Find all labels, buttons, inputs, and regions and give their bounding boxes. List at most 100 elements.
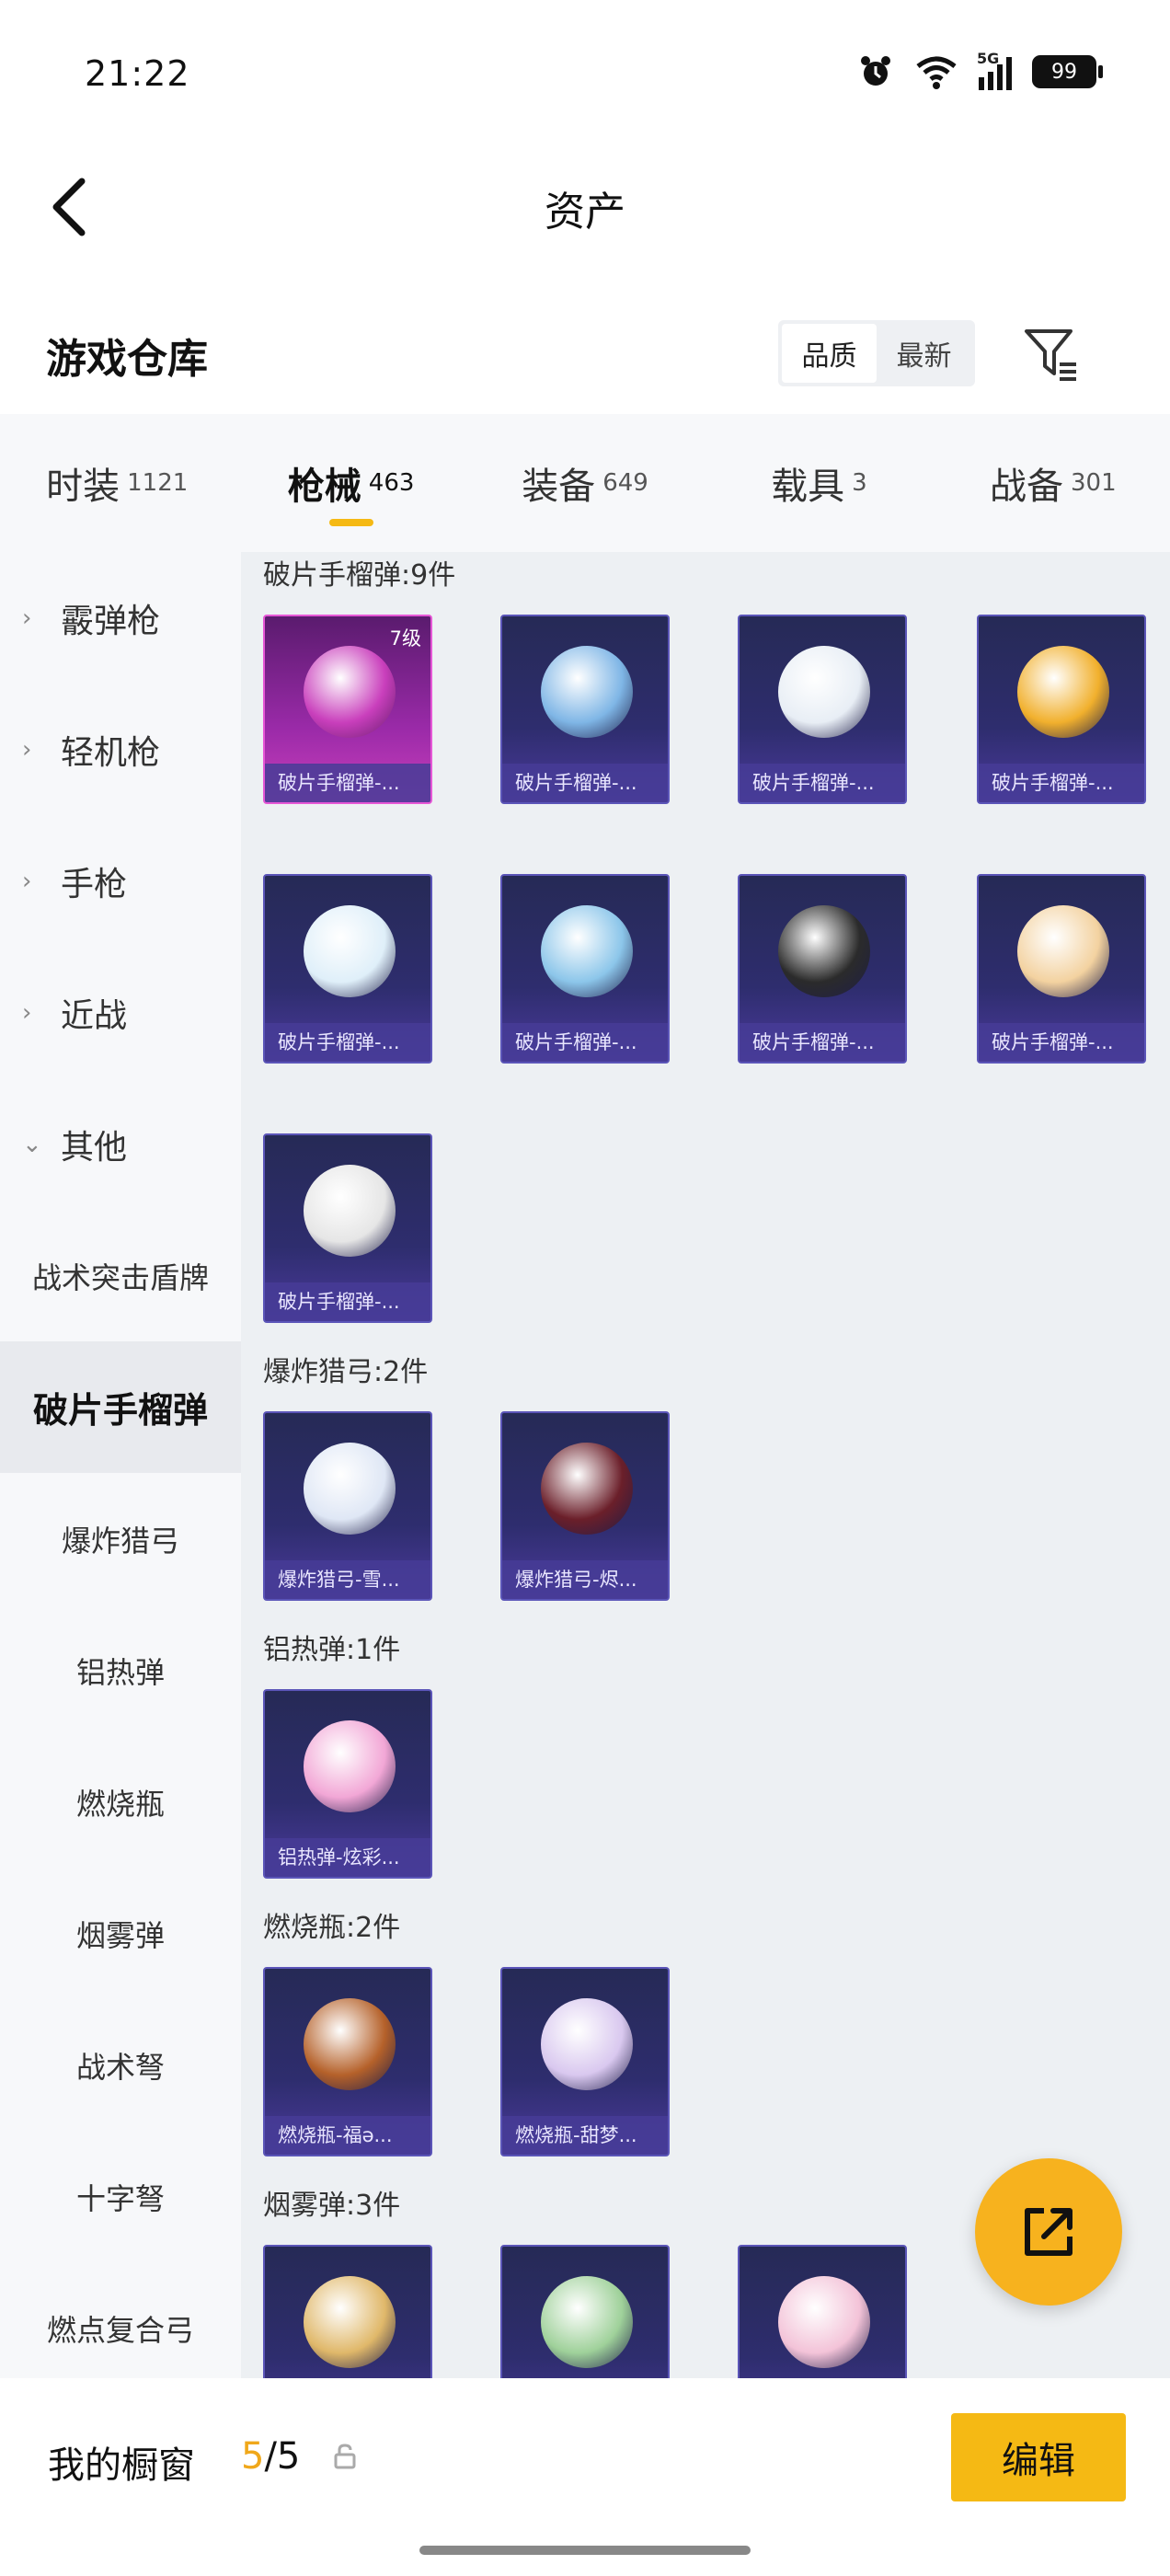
sidebar-item-smoke[interactable]: 烟雾弹 bbox=[0, 1868, 241, 1999]
tab-equipment[interactable]: 装备 649 bbox=[468, 414, 702, 552]
item-card[interactable] bbox=[738, 2245, 907, 2378]
item-image bbox=[304, 2276, 396, 2368]
tab-fashion[interactable]: 时装 1121 bbox=[0, 414, 234, 552]
lock-icon bbox=[334, 2444, 356, 2469]
sidebar-category-label: 轻机枪 bbox=[61, 733, 161, 772]
item-image bbox=[304, 1165, 396, 1257]
item-card[interactable]: 燃烧瓶-甜梦... bbox=[500, 1967, 670, 2156]
tab-count: 301 bbox=[1071, 469, 1117, 497]
item-card[interactable]: 7级 破片手榴弹-... bbox=[263, 615, 432, 804]
chevron-right-icon: › bbox=[22, 998, 32, 1027]
alarm-icon bbox=[861, 56, 890, 86]
showcase-label: 我的橱窗 bbox=[48, 2444, 195, 2487]
item-image bbox=[778, 905, 870, 997]
showcase-total: /5 bbox=[264, 2435, 301, 2478]
sidebar-category-label: 其他 bbox=[61, 1128, 128, 1167]
item-card[interactable]: 破片手榴弹-... bbox=[500, 874, 670, 1064]
item-card[interactable]: 爆炸猎弓-雪... bbox=[263, 1411, 432, 1601]
tab-count: 463 bbox=[368, 469, 415, 497]
sort-toggle: 品质 最新 bbox=[778, 320, 975, 386]
chevron-right-icon: › bbox=[22, 867, 32, 895]
sidebar-item-molotov[interactable]: 燃烧瓶 bbox=[0, 1736, 241, 1868]
category-tabs: 时装 1121 枪械 463 装备 649 载具 3 战备 301 bbox=[0, 414, 1170, 552]
sidebar-item-tactical-crossbow[interactable]: 战术弩 bbox=[0, 1999, 241, 2131]
item-card[interactable]: 铝热弹-炫彩... bbox=[263, 1689, 432, 1879]
item-card[interactable]: 破片手榴弹-... bbox=[977, 874, 1146, 1064]
item-tier-badge: 7级 bbox=[389, 627, 421, 650]
sidebar-item-frag-grenade[interactable]: 破片手榴弹 bbox=[0, 1341, 241, 1473]
tab-count: 649 bbox=[602, 469, 648, 497]
sidebar-item-shield[interactable]: 战术突击盾牌 bbox=[0, 1210, 241, 1341]
item-card[interactable]: 燃烧瓶-福ə... bbox=[263, 1967, 432, 2156]
group-title: 铝热弹:1件 bbox=[263, 1634, 401, 1666]
filter-button[interactable] bbox=[1021, 324, 1082, 385]
item-card[interactable]: 破片手榴弹-... bbox=[263, 874, 432, 1064]
item-image bbox=[1017, 905, 1109, 997]
item-image bbox=[304, 1443, 396, 1535]
sidebar-category-pistol[interactable]: › 手枪 bbox=[0, 815, 241, 947]
header: 资产 bbox=[0, 147, 1170, 267]
sidebar-item-explosive-bow[interactable]: 爆炸猎弓 bbox=[0, 1473, 241, 1604]
group-title: 烟雾弹:3件 bbox=[263, 2190, 401, 2222]
item-card[interactable]: 破片手榴弹-... bbox=[738, 874, 907, 1064]
tab-label: 战备 bbox=[990, 466, 1063, 508]
sidebar-category-label: 霰弹枪 bbox=[61, 602, 161, 640]
item-card[interactable]: 破片手榴弹-... bbox=[500, 615, 670, 804]
item-card[interactable]: 破片手榴弹-... bbox=[977, 615, 1146, 804]
sidebar-category-melee[interactable]: › 近战 bbox=[0, 947, 241, 1078]
item-name: 破片手榴弹-... bbox=[979, 1023, 1144, 1062]
sidebar-category-shotgun[interactable]: › 霰弹枪 bbox=[0, 552, 241, 684]
sort-option-newest[interactable]: 最新 bbox=[877, 324, 971, 383]
bottom-bar: 我的橱窗 5/5 编辑 bbox=[0, 2378, 1170, 2576]
page-title: 资产 bbox=[545, 189, 625, 236]
battery-icon: 99 bbox=[1032, 55, 1103, 88]
sidebar-item-compound-bow[interactable]: 燃点复合弓 bbox=[0, 2262, 241, 2378]
cellular-signal-icon: 5G bbox=[977, 50, 1012, 90]
tab-vehicles[interactable]: 载具 3 bbox=[702, 414, 935, 552]
tab-label: 载具 bbox=[771, 466, 845, 508]
item-image bbox=[1017, 646, 1109, 738]
sidebar-item-thermite[interactable]: 铝热弹 bbox=[0, 1604, 241, 1736]
item-name: 破片手榴弹-... bbox=[740, 764, 905, 802]
item-image bbox=[541, 1998, 633, 2090]
item-name: 破片手榴弹-... bbox=[265, 1282, 430, 1321]
item-name: 燃烧瓶-福ə... bbox=[265, 2116, 430, 2155]
chevron-right-icon: › bbox=[22, 604, 32, 632]
tab-count: 1121 bbox=[127, 469, 189, 497]
item-name: 铝热弹-炫彩... bbox=[265, 1838, 430, 1877]
share-button[interactable] bbox=[975, 2158, 1122, 2306]
item-card[interactable]: 爆炸猎弓-烬... bbox=[500, 1411, 670, 1601]
sidebar-category-lmg[interactable]: › 轻机枪 bbox=[0, 684, 241, 815]
item-name: 破片手榴弹-... bbox=[979, 764, 1144, 802]
tab-count: 3 bbox=[852, 469, 867, 497]
item-card[interactable] bbox=[500, 2245, 670, 2378]
item-name: 燃烧瓶-甜梦... bbox=[502, 2116, 668, 2155]
edit-button[interactable]: 编辑 bbox=[951, 2413, 1126, 2501]
item-image bbox=[778, 646, 870, 738]
item-image bbox=[304, 646, 396, 738]
item-card[interactable]: 破片手榴弹-... bbox=[263, 1133, 432, 1323]
item-image bbox=[541, 646, 633, 738]
showcase-current: 5 bbox=[241, 2435, 265, 2478]
warehouse-header: 游戏仓库 品质 最新 bbox=[0, 304, 1170, 405]
item-card[interactable] bbox=[263, 2245, 432, 2378]
item-card[interactable]: 破片手榴弹-... bbox=[738, 615, 907, 804]
sidebar-category-label: 手枪 bbox=[61, 865, 128, 903]
item-name: 破片手榴弹-... bbox=[502, 1023, 668, 1062]
tab-firearms[interactable]: 枪械 463 bbox=[234, 414, 467, 552]
filter-icon bbox=[1025, 329, 1076, 381]
item-image bbox=[541, 1443, 633, 1535]
tab-label: 时装 bbox=[46, 466, 120, 508]
item-name: 破片手榴弹-... bbox=[265, 1023, 430, 1062]
tab-combat-gear[interactable]: 战备 301 bbox=[936, 414, 1170, 552]
item-image bbox=[778, 2276, 870, 2368]
home-indicator bbox=[419, 2546, 751, 2555]
network-type: 5G bbox=[977, 50, 1000, 67]
sidebar-category-other[interactable]: ⌄ 其他 bbox=[0, 1078, 241, 1210]
tab-label: 装备 bbox=[522, 466, 596, 508]
showcase-count: 5/5 bbox=[241, 2435, 300, 2478]
group-title: 燃烧瓶:2件 bbox=[263, 1912, 401, 1944]
sidebar-item-crossbow[interactable]: 十字弩 bbox=[0, 2131, 241, 2262]
sort-option-quality[interactable]: 品质 bbox=[782, 324, 877, 383]
group-title: 破片手榴弹:9件 bbox=[263, 559, 456, 592]
